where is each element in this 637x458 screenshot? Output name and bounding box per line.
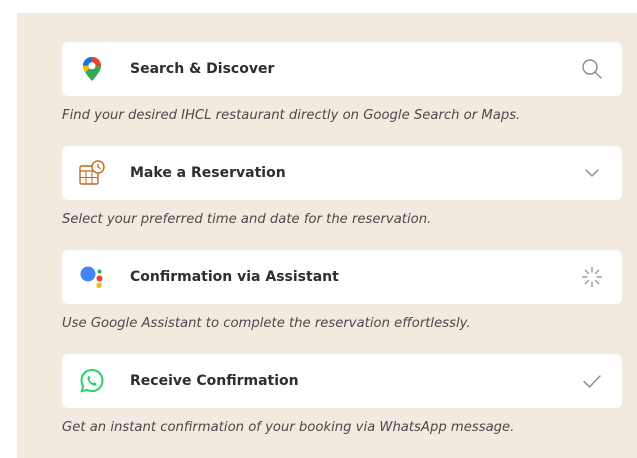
steps-panel: Search & Discover Find your desired IHCL… [17, 13, 637, 458]
step-title: Make a Reservation [130, 165, 286, 181]
whatsapp-icon [78, 367, 106, 395]
google-assistant-icon [78, 263, 106, 291]
step-title: Search & Discover [130, 61, 275, 77]
step-card-confirmation-assistant[interactable]: Confirmation via Assistant [62, 250, 622, 304]
loading-spinner-icon [580, 265, 604, 289]
step-description: Select your preferred time and date for … [62, 212, 432, 227]
step-title: Receive Confirmation [130, 373, 299, 389]
chevron-down-icon[interactable] [580, 161, 604, 185]
step-card-make-reservation[interactable]: Make a Reservation [62, 146, 622, 200]
step-card-receive-confirmation[interactable]: Receive Confirmation [62, 354, 622, 408]
checkmark-icon [580, 369, 604, 393]
step-description: Use Google Assistant to complete the res… [62, 316, 471, 331]
step-title: Confirmation via Assistant [130, 269, 339, 285]
step-description: Find your desired IHCL restaurant direct… [62, 108, 521, 123]
calendar-clock-icon [78, 159, 106, 187]
step-description: Get an instant confirmation of your book… [62, 420, 515, 435]
step-card-search-discover[interactable]: Search & Discover [62, 42, 622, 96]
maps-pin-icon [78, 55, 106, 83]
search-icon[interactable] [580, 57, 604, 81]
